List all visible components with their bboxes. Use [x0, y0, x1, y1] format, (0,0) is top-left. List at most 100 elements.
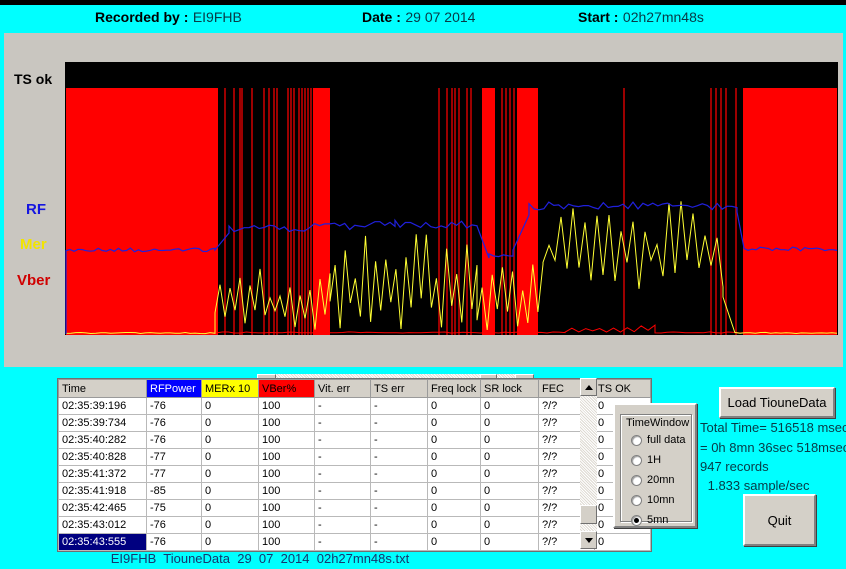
- table-cell: -: [371, 500, 428, 517]
- table-cell: -: [371, 449, 428, 466]
- date-value: 29 07 2014: [405, 9, 475, 25]
- table-cell: -: [371, 415, 428, 432]
- up-arrow-icon: [585, 385, 593, 390]
- table-cell: -: [315, 466, 371, 483]
- table-row[interactable]: 02:35:39:196-760100--00?/?0: [59, 398, 651, 415]
- start-time: Start : 02h27mn48s: [578, 9, 704, 27]
- table-header-cell[interactable]: Freq lock: [428, 380, 481, 398]
- table-cell: 0: [202, 415, 259, 432]
- table-cell: 0: [595, 534, 651, 551]
- table-cell: 0: [428, 449, 481, 466]
- table-cell: -: [371, 534, 428, 551]
- timewindow-option-10mn[interactable]: 10mn: [631, 493, 675, 507]
- table-cell: 100: [259, 534, 315, 551]
- table-cell: 02:35:42:465: [59, 500, 147, 517]
- ts-ok-label: TS ok: [14, 71, 52, 87]
- radio-icon: [631, 495, 642, 506]
- app-window: { "header": { "recorded_label": "Recorde…: [0, 0, 846, 569]
- table-header-row: TimeRFPowerMERx 10VBer%Vit. errTS errFre…: [59, 380, 651, 398]
- radio-label: full data: [647, 434, 686, 446]
- table-row[interactable]: 02:35:40:282-760100--00?/?0: [59, 432, 651, 449]
- timewindow-frame: TimeWindow full data1H20mn10mn5mn: [620, 414, 692, 522]
- table-header-cell[interactable]: MERx 10: [202, 380, 259, 398]
- table-cell: 0: [481, 517, 539, 534]
- table-row[interactable]: 02:35:43:555-760100--00?/?0: [59, 534, 651, 551]
- table-cell: 02:35:43:555: [59, 534, 147, 551]
- table-cell: 0: [202, 500, 259, 517]
- table-cell: 0: [481, 398, 539, 415]
- date: Date : 29 07 2014: [362, 9, 475, 27]
- table-header-cell[interactable]: VBer%: [259, 380, 315, 398]
- table-cell: 0: [428, 517, 481, 534]
- table-cell: -76: [147, 415, 202, 432]
- table-cell: -: [315, 398, 371, 415]
- table-header-cell[interactable]: SR lock: [481, 380, 539, 398]
- table-cell: 0: [428, 483, 481, 500]
- table-row[interactable]: 02:35:40:828-770100--00?/?0: [59, 449, 651, 466]
- timewindow-option-20mn[interactable]: 20mn: [631, 473, 675, 487]
- table-header-cell[interactable]: RFPower: [147, 380, 202, 398]
- titlebar-strip: [0, 0, 846, 5]
- table-cell: 02:35:39:196: [59, 398, 147, 415]
- table-header-cell[interactable]: Vit. err: [315, 380, 371, 398]
- scroll-thumb[interactable]: [580, 505, 597, 524]
- table-cell: -: [371, 398, 428, 415]
- table-row[interactable]: 02:35:39:734-760100--00?/?0: [59, 415, 651, 432]
- table-header-cell[interactable]: TS OK: [595, 380, 651, 398]
- quit-button[interactable]: Quit: [743, 494, 816, 546]
- timewindow-option-full-data[interactable]: full data: [631, 433, 686, 447]
- table-cell: 0: [481, 534, 539, 551]
- radio-label: 20mn: [647, 474, 675, 486]
- table-cell: -: [371, 432, 428, 449]
- table-cell: 02:35:41:372: [59, 466, 147, 483]
- table-cell: -: [315, 517, 371, 534]
- scroll-down-button[interactable]: [580, 531, 597, 549]
- table-cell: -: [315, 500, 371, 517]
- table-cell: 0: [202, 449, 259, 466]
- table-cell: 02:35:40:828: [59, 449, 147, 466]
- table-cell: 0: [202, 398, 259, 415]
- table-cell: 0: [202, 432, 259, 449]
- table-cell: 100: [259, 432, 315, 449]
- table-cell: 100: [259, 466, 315, 483]
- table-cell: 0: [481, 432, 539, 449]
- scroll-up-button[interactable]: [580, 378, 597, 396]
- table-cell: -: [371, 466, 428, 483]
- table-cell: 0: [428, 398, 481, 415]
- table-row[interactable]: 02:35:41:918-850100--00?/?0: [59, 483, 651, 500]
- timewindow-option-1h[interactable]: 1H: [631, 453, 661, 467]
- table-cell: -: [371, 483, 428, 500]
- table-cell: 02:35:40:282: [59, 432, 147, 449]
- table-row[interactable]: 02:35:41:372-770100--00?/?0: [59, 466, 651, 483]
- table-row[interactable]: 02:35:42:465-750100--00?/?0: [59, 500, 651, 517]
- table-cell: -: [315, 432, 371, 449]
- vber-legend-label: Vber: [17, 272, 50, 289]
- table-cell: -: [315, 449, 371, 466]
- table-cell: -: [315, 415, 371, 432]
- total-time-text: Total Time= 516518 msec: [700, 420, 846, 435]
- table-cell: 0: [202, 517, 259, 534]
- radio-icon: [631, 455, 642, 466]
- table-cell: 0: [481, 466, 539, 483]
- table-row[interactable]: 02:35:43:012-760100--00?/?0: [59, 517, 651, 534]
- duration-text: = 0h 8mn 36sec 518msec: [700, 440, 846, 455]
- radio-label: 5mn: [647, 514, 668, 526]
- table-cell: 02:35:41:918: [59, 483, 147, 500]
- table-cell: -85: [147, 483, 202, 500]
- recorded-by-value: EI9FHB: [193, 9, 242, 25]
- table-cell: -76: [147, 398, 202, 415]
- table-header-cell[interactable]: Time: [59, 380, 147, 398]
- timewindow-title: TimeWindow: [625, 417, 690, 429]
- table-cell: 0: [202, 534, 259, 551]
- table-cell: 100: [259, 398, 315, 415]
- table-cell: 0: [428, 432, 481, 449]
- table-cell: 0: [481, 500, 539, 517]
- records-text: 947 records: [700, 459, 769, 474]
- table-header-cell[interactable]: TS err: [371, 380, 428, 398]
- load-tiounedata-button[interactable]: Load TiouneData: [719, 387, 835, 418]
- monitor-panel: TS ok RF Mer Vber: [4, 33, 843, 367]
- table-cell: 0: [428, 534, 481, 551]
- table-cell: 100: [259, 483, 315, 500]
- timewindow-option-5mn[interactable]: 5mn: [631, 513, 668, 527]
- sample-rate-text: 1.833 sample/sec: [704, 478, 810, 493]
